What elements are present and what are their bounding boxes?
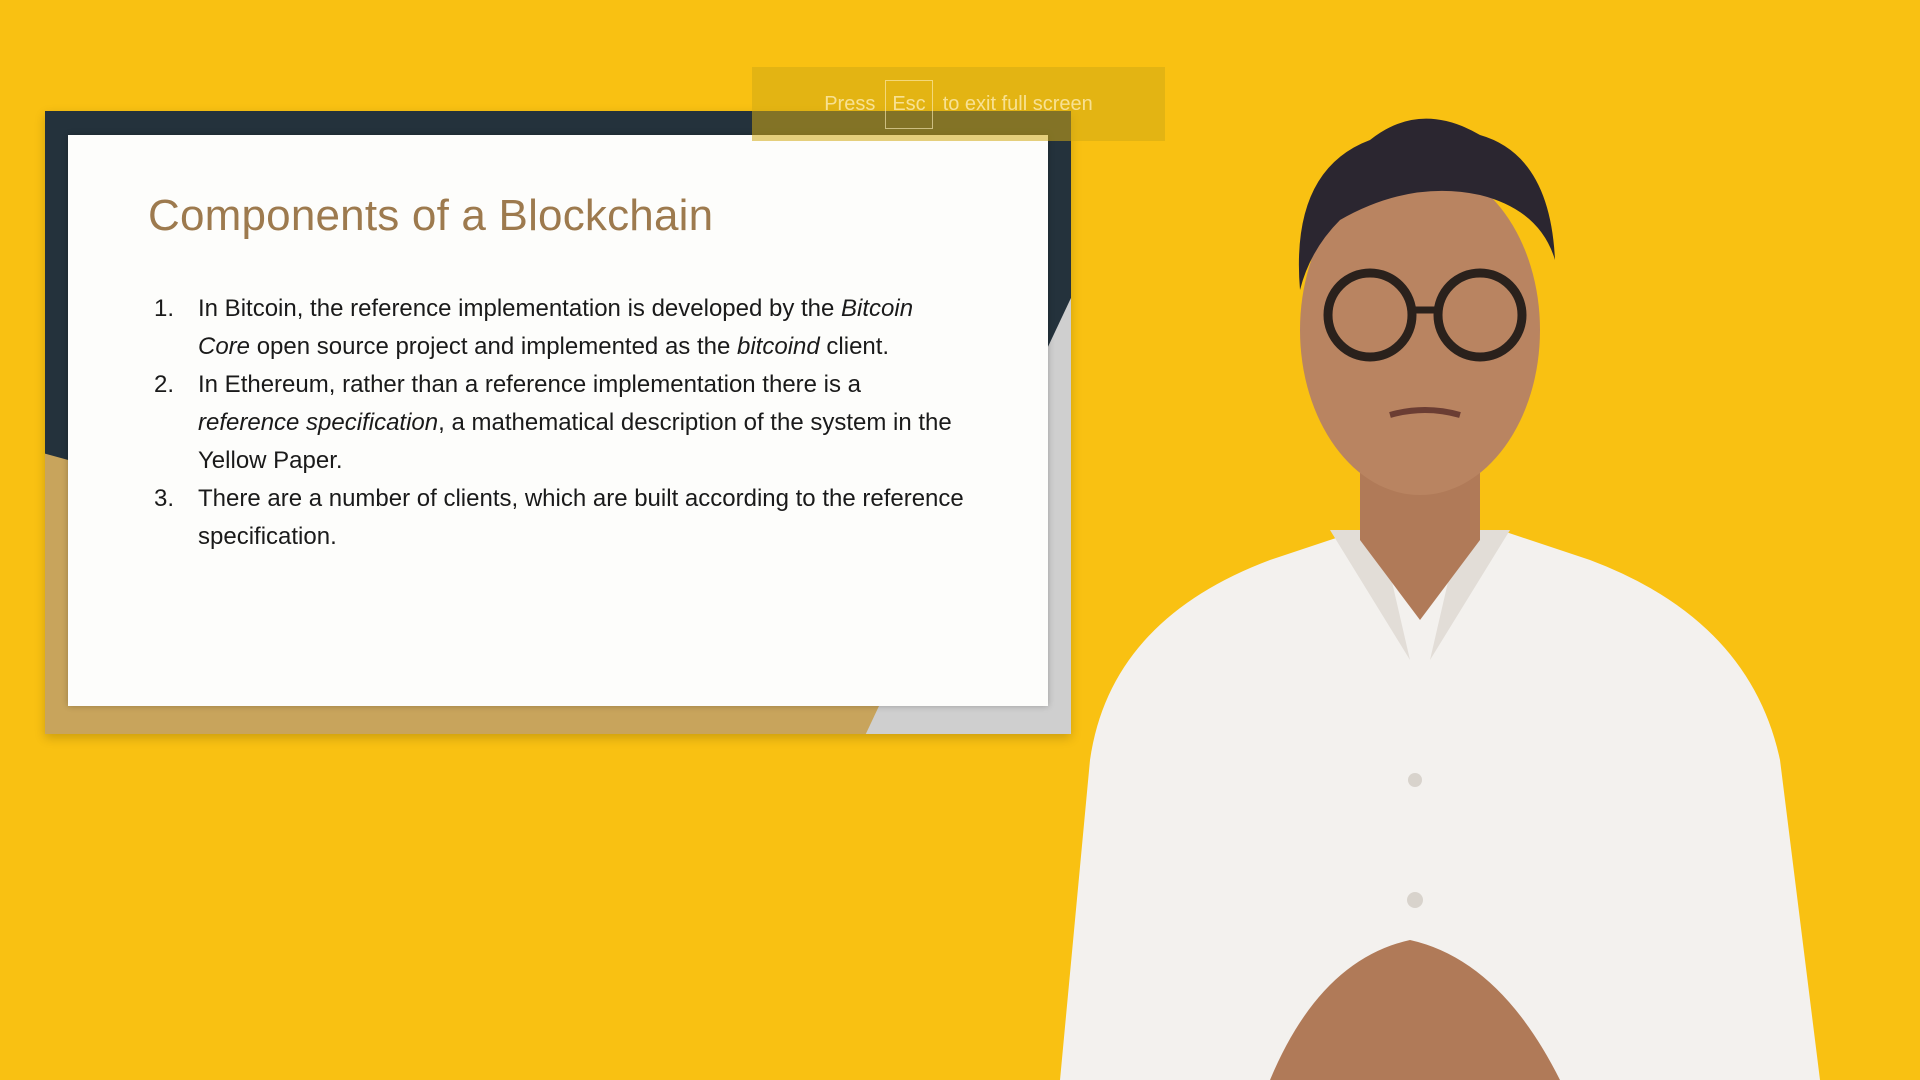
list-item: 2. In Ethereum, rather than a reference … [148, 366, 968, 480]
fullscreen-hint-press: Press [824, 92, 876, 115]
list-item-text: In Bitcoin, the reference implementation… [198, 295, 842, 322]
list-item: 3. There are a number of clients, which … [148, 480, 968, 556]
list-item: 1. In Bitcoin, the reference implementat… [148, 290, 968, 366]
slide-frame: Components of a Blockchain 1. In Bitcoin… [45, 111, 1071, 734]
list-item-text: client. [819, 333, 890, 360]
list-item-number: 3. [154, 485, 175, 512]
list-item-number: 1. [154, 295, 175, 322]
list-item-text: There are a number of clients, which are… [198, 485, 964, 550]
list-item-italic-text: reference specification [198, 409, 439, 436]
slide-page: Components of a Blockchain 1. In Bitcoin… [68, 135, 1048, 706]
list-item-text: open source project and implemented as t… [250, 333, 737, 360]
list-item-text: In Ethereum, rather than a reference imp… [198, 371, 862, 398]
esc-key-badge: Esc [885, 79, 933, 129]
list-item-italic-text: bitcoind [737, 333, 820, 360]
list-item-number: 2. [154, 371, 175, 398]
presenter-video [1060, 118, 1820, 1080]
slide-bullet-list: 1. In Bitcoin, the reference implementat… [148, 290, 968, 556]
slide-title: Components of a Blockchain [148, 191, 714, 240]
